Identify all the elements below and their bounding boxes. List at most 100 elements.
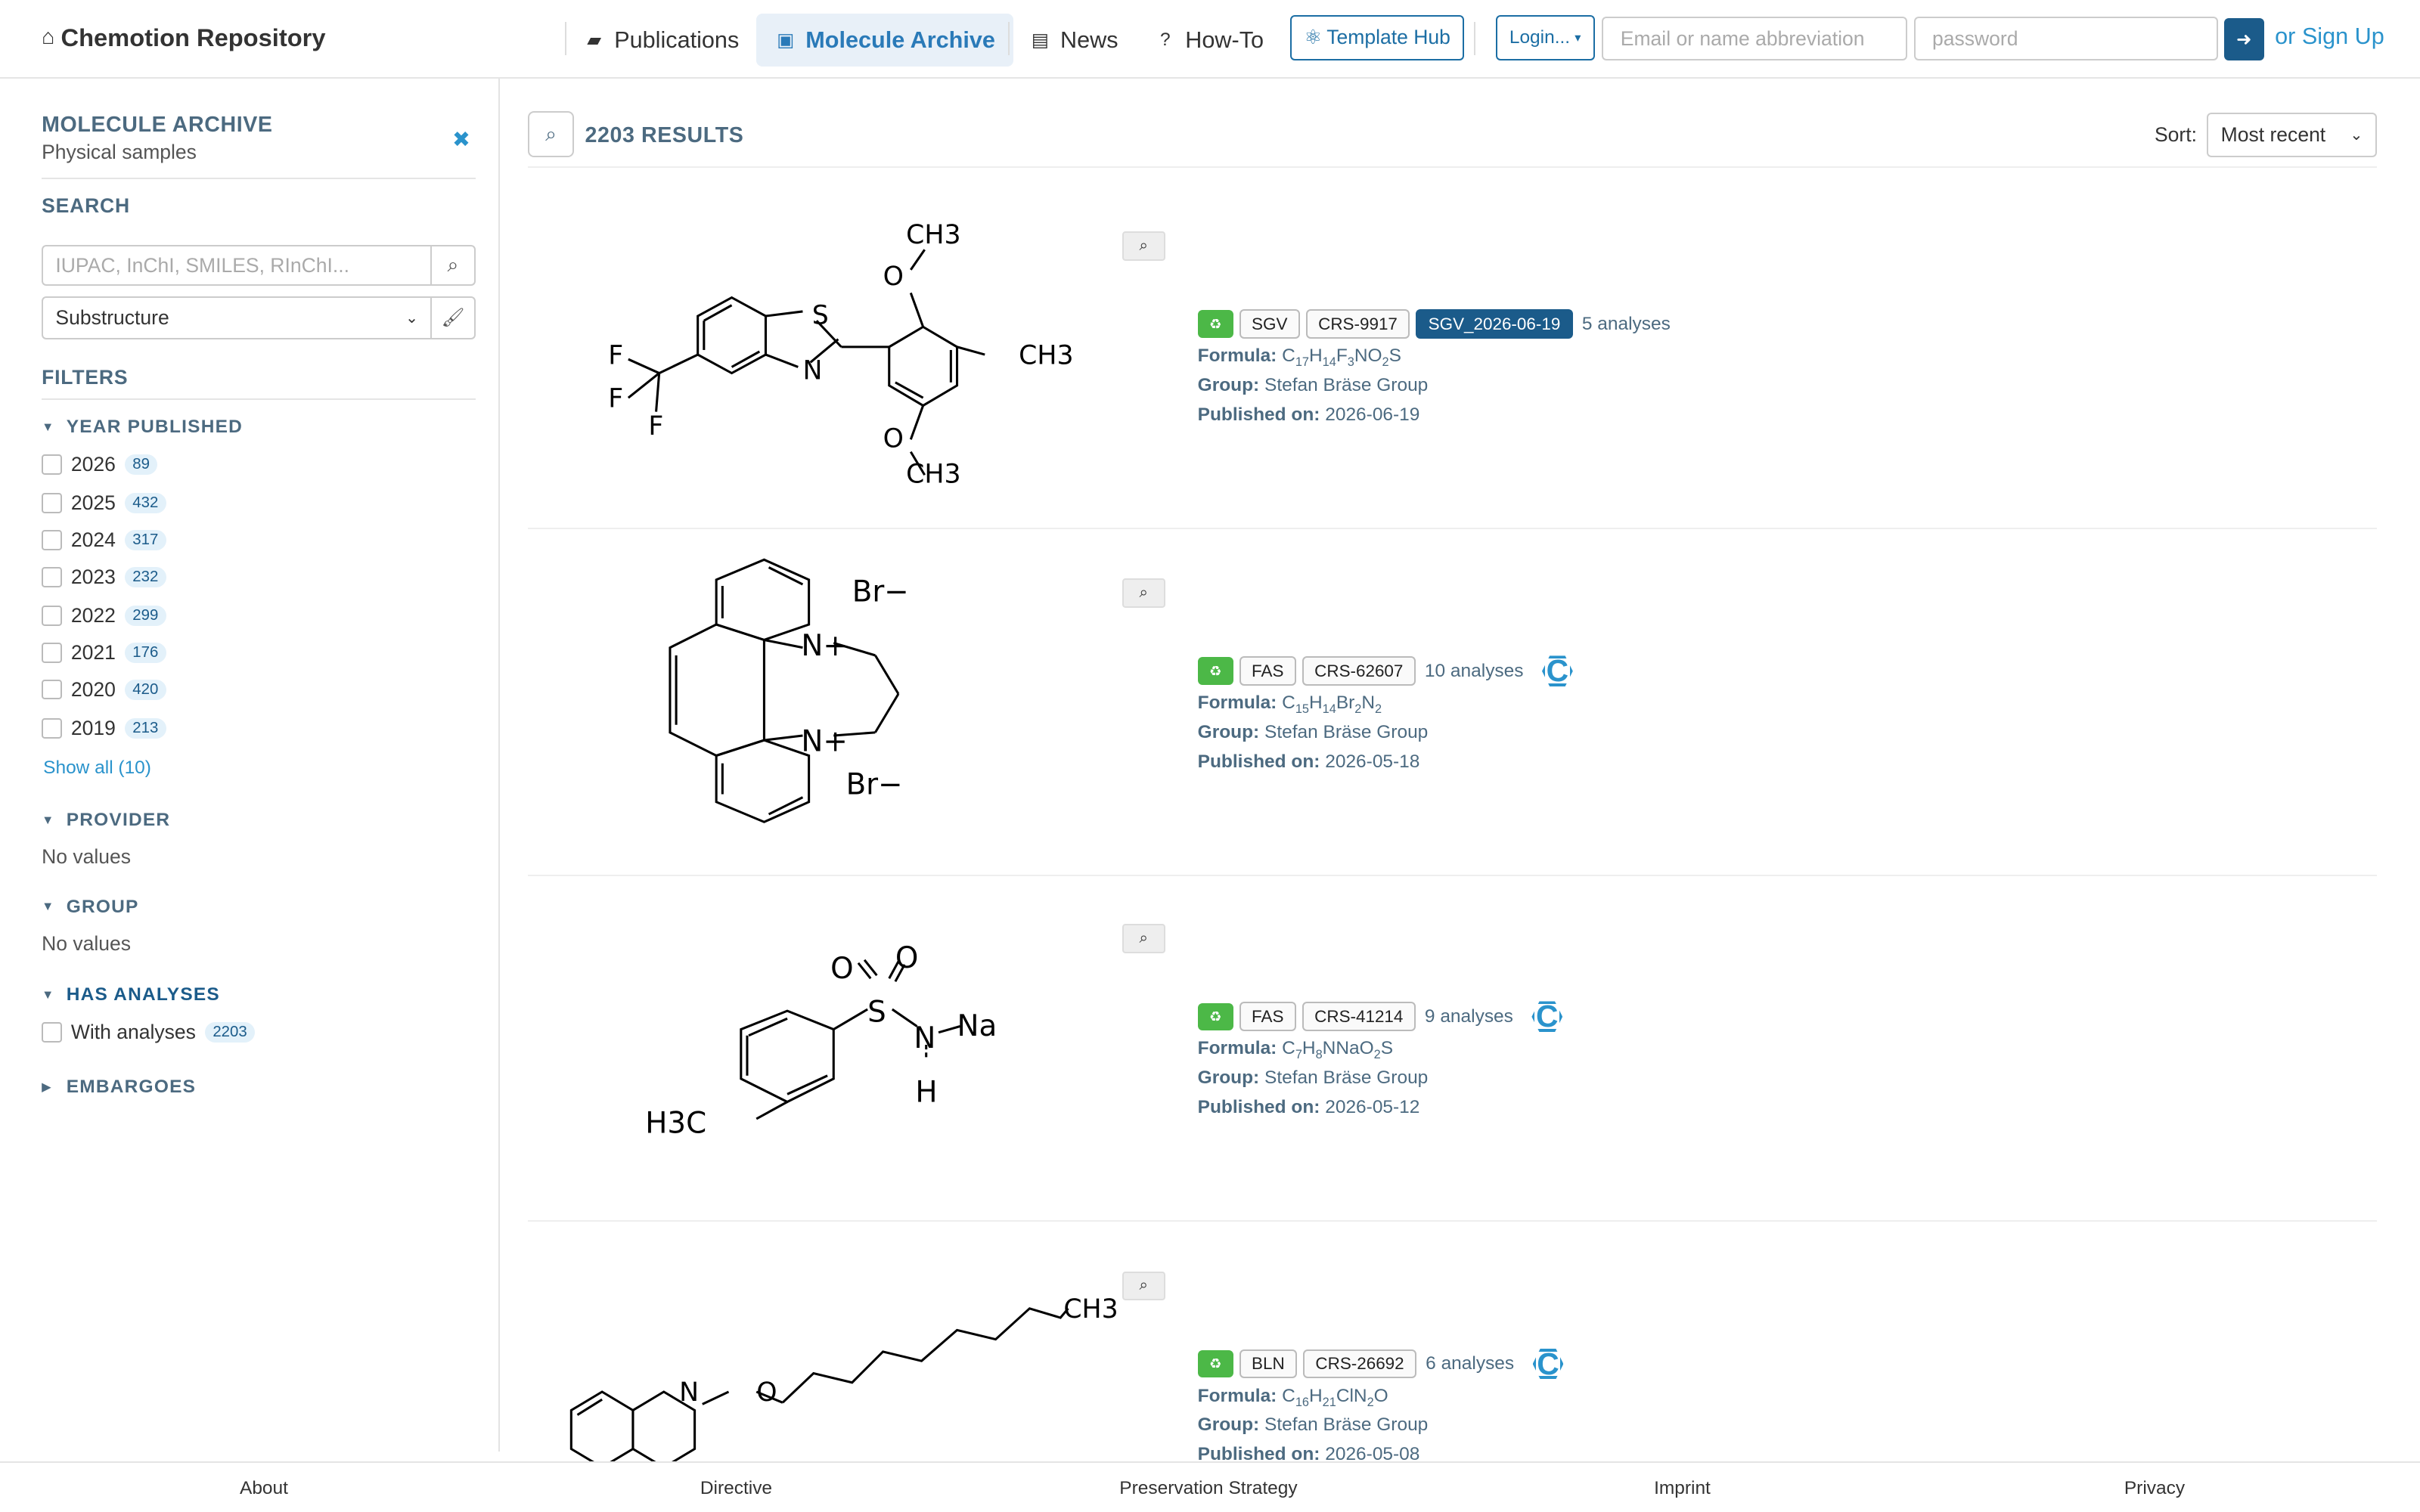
analyses-count: 6 analyses bbox=[1426, 1353, 1515, 1374]
footer: About Directive Preservation Strategy Im… bbox=[0, 1461, 2420, 1512]
year-filter-2023[interactable]: 2023 232 bbox=[42, 563, 166, 591]
year-filter-2021[interactable]: 2021 176 bbox=[42, 639, 166, 667]
analyses-count: 10 analyses bbox=[1424, 660, 1524, 681]
atom-label: S bbox=[811, 301, 828, 331]
chemotion-icon[interactable]: C bbox=[1531, 1001, 1563, 1033]
newspaper-icon: ▤ bbox=[1031, 30, 1050, 51]
provider-tag[interactable]: BLN bbox=[1239, 1349, 1297, 1379]
year-filter-2020[interactable]: 2020 420 bbox=[42, 676, 166, 704]
checkbox[interactable] bbox=[42, 717, 62, 739]
footer-about-link[interactable]: About bbox=[240, 1478, 288, 1499]
draw-structure-brush-icon[interactable]: 🖌 bbox=[430, 297, 473, 338]
count-badge: 176 bbox=[125, 642, 166, 663]
checkbox[interactable] bbox=[42, 642, 62, 663]
sample-label-tag[interactable]: SGV_2026-06-19 bbox=[1416, 309, 1573, 339]
facet-group[interactable]: ▼ GROUP bbox=[42, 897, 138, 918]
atom-label: Br− bbox=[845, 768, 902, 802]
search-mode-select[interactable]: Substructure ⌄ 🖌 bbox=[42, 296, 476, 339]
checkbox[interactable] bbox=[42, 606, 62, 626]
template-hub-button[interactable]: ⚛ Template Hub bbox=[1290, 15, 1465, 60]
formula: Formula: C15H14Br2N2 bbox=[1197, 692, 1382, 717]
search-icon[interactable]: ⌕ bbox=[527, 110, 575, 158]
show-all-years-link[interactable]: Show all (10) bbox=[43, 758, 151, 779]
caret-down-icon: ▼ bbox=[42, 900, 55, 914]
nav-publications[interactable]: ▰ Publications bbox=[565, 14, 758, 66]
nav-molecule-archive[interactable]: ▣ Molecule Archive bbox=[755, 14, 1014, 67]
crs-id-tag[interactable]: CRS-41214 bbox=[1302, 1002, 1416, 1032]
search-heading: SEARCH bbox=[42, 194, 130, 218]
year-filter-2026[interactable]: 2026 89 bbox=[42, 451, 158, 479]
zoom-icon[interactable]: ⌕ bbox=[1122, 231, 1165, 261]
facet-provider[interactable]: ▼ PROVIDER bbox=[42, 810, 170, 831]
count-badge: 420 bbox=[125, 679, 166, 700]
checkbox[interactable] bbox=[42, 530, 62, 550]
footer-preservation-link[interactable]: Preservation Strategy bbox=[1119, 1478, 1297, 1499]
password-field[interactable]: password bbox=[1913, 17, 2218, 60]
brand-link[interactable]: ⌂ Chemotion Repository bbox=[42, 23, 325, 52]
year-filter-2025[interactable]: 2025 432 bbox=[42, 489, 166, 517]
checkbox[interactable] bbox=[42, 1022, 62, 1043]
search-icon[interactable]: ⌕ bbox=[430, 246, 473, 284]
molecule-meta: ♻ SGV CRS-9917 SGV_2026-06-19 5 analyses… bbox=[1197, 308, 1671, 427]
caret-down-icon: ▼ bbox=[42, 987, 55, 1002]
atom-label: N bbox=[802, 356, 822, 386]
molecule-structure-image: CH3 S N O O CH3 CH3 F F F bbox=[608, 220, 1073, 489]
open-access-badge: ♻ bbox=[1197, 310, 1233, 338]
footer-privacy-link[interactable]: Privacy bbox=[2124, 1478, 2185, 1499]
zoom-icon[interactable]: ⌕ bbox=[1122, 1271, 1165, 1301]
zoom-icon[interactable]: ⌕ bbox=[1122, 578, 1165, 609]
provider-tag[interactable]: SGV bbox=[1239, 309, 1300, 339]
count-badge: 232 bbox=[125, 566, 166, 587]
provider-tag[interactable]: FAS bbox=[1239, 656, 1296, 686]
sort-label: Sort: bbox=[2154, 123, 2197, 147]
page: ⌂ Chemotion Repository ▰ Publications ▣ … bbox=[0, 0, 2420, 1512]
nav-news[interactable]: ▤ News bbox=[1011, 14, 1137, 66]
chemotion-icon[interactable]: C bbox=[1532, 1348, 1564, 1380]
checkbox[interactable] bbox=[42, 493, 62, 513]
facet-year-published[interactable]: ▼ YEAR PUBLISHED bbox=[42, 417, 243, 438]
year-filter-2022[interactable]: 2022 299 bbox=[42, 602, 166, 630]
atom-label: F bbox=[608, 341, 623, 371]
checkbox[interactable] bbox=[42, 679, 62, 700]
atom-label: N+ bbox=[801, 725, 847, 759]
atom-label: O bbox=[883, 262, 903, 293]
chemotion-icon[interactable]: C bbox=[1541, 655, 1573, 687]
footer-imprint-link[interactable]: Imprint bbox=[1654, 1478, 1711, 1499]
atom-label: Na bbox=[957, 1009, 997, 1043]
book-icon: ▰ bbox=[587, 30, 602, 51]
atom-label: CH3 bbox=[1063, 1294, 1118, 1325]
atom-label: O bbox=[895, 941, 919, 975]
facet-has-analyses[interactable]: ▼ HAS ANALYSES bbox=[42, 984, 220, 1005]
nav-how-to[interactable]: ? How-To bbox=[1136, 14, 1283, 66]
footer-directive-link[interactable]: Directive bbox=[700, 1478, 772, 1499]
checkbox[interactable] bbox=[42, 454, 62, 475]
crs-id-tag[interactable]: CRS-26692 bbox=[1303, 1349, 1416, 1379]
login-dropdown[interactable]: Login... ▾ bbox=[1495, 15, 1595, 60]
facet-embargoes[interactable]: ▶ EMBARGOES bbox=[42, 1077, 196, 1098]
provider-tag[interactable]: FAS bbox=[1239, 1002, 1296, 1032]
published-date: Published on: 2026-05-12 bbox=[1197, 1096, 1420, 1117]
open-access-badge: ♻ bbox=[1197, 657, 1233, 686]
email-field[interactable]: Email or name abbreviation bbox=[1602, 17, 1908, 60]
year-filter-2024[interactable]: 2024 317 bbox=[42, 526, 166, 554]
molecule-result[interactable]: CH3 S N O O CH3 CH3 F F F ⌕ ♻ SGV CRS-99… bbox=[527, 182, 2377, 529]
zoom-icon[interactable]: ⌕ bbox=[1122, 924, 1165, 954]
close-icon[interactable]: ✖ bbox=[452, 126, 470, 153]
year-filter-2019[interactable]: 2019 213 bbox=[42, 714, 166, 742]
sort-select[interactable]: Most recent ⌄ bbox=[2207, 112, 2377, 158]
sign-in-button[interactable]: ➜ bbox=[2223, 18, 2264, 60]
caret-down-icon: ▼ bbox=[42, 813, 55, 827]
checkbox[interactable] bbox=[42, 566, 62, 587]
crs-id-tag[interactable]: CRS-62607 bbox=[1302, 656, 1416, 686]
molecule-result[interactable]: Br− N+ N+ Br− ⌕ ♻ FAS CRS-62607 10 analy… bbox=[527, 529, 2377, 877]
sign-up-link[interactable]: or Sign Up bbox=[2275, 23, 2384, 50]
chevron-down-icon: ⌄ bbox=[405, 309, 419, 327]
count-badge: 299 bbox=[125, 605, 166, 626]
structure-search-input[interactable]: IUPAC, InChI, SMILES, RInChI... ⌕ bbox=[42, 245, 476, 286]
molecule-result[interactable]: O O S N Na H H3C ⌕ ♻ FAS CRS-41214 9 ana… bbox=[527, 875, 2377, 1222]
analyses-count: 9 analyses bbox=[1424, 1005, 1513, 1027]
analyses-filter[interactable]: With analyses 2203 bbox=[42, 1018, 255, 1046]
provider-empty-text: No values bbox=[42, 845, 132, 869]
crs-id-tag[interactable]: CRS-9917 bbox=[1305, 309, 1410, 339]
home-icon: ⌂ bbox=[42, 25, 55, 50]
